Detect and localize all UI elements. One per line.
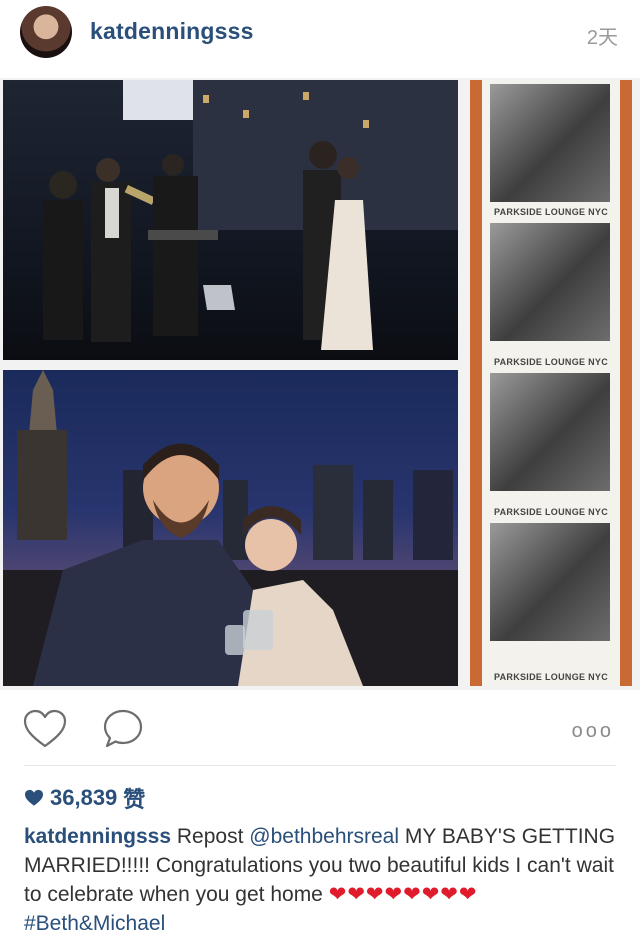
caption-hashtag[interactable]: #Beth&Michael [24,912,165,935]
booth-frame-1 [490,84,610,202]
avatar[interactable] [20,6,72,58]
strip-label-4: PARKSIDE LOUNGE NYC [493,672,609,682]
likes-count: 36,839 [50,785,118,810]
photo-booth-strip: PARKSIDE LOUNGE NYC PARKSIDE LOUNGE NYC … [470,80,632,686]
strip-label-3: PARKSIDE LOUNGE NYC [493,507,609,517]
post-username[interactable]: katdenningsss [90,18,254,45]
caption-mention[interactable]: @bethbehrsreal [249,825,399,848]
like-heart-icon [25,789,43,806]
post-time-ago: 2天 [586,27,618,49]
booth-frame-3 [490,373,610,491]
heart-outline-icon[interactable] [22,706,68,752]
photo-rooftop-band [3,80,458,360]
post-header: katdenningsss 2天 [0,0,640,68]
booth-frame-4 [490,523,610,641]
likes-row[interactable]: 36,839 赞 [24,784,145,812]
comment-bubble-icon[interactable] [100,706,146,752]
more-dots-icon: ooo [571,720,614,742]
post-photo[interactable]: PARKSIDE LOUNGE NYC PARKSIDE LOUNGE NYC … [0,78,640,690]
more-options-button[interactable]: ooo [572,720,614,743]
likes-unit: 赞 [123,787,146,812]
caption-hearts: ❤❤❤❤❤❤❤❤ [328,883,478,906]
photo-couple-skyline [3,370,458,686]
caption-repost-word: Repost [176,825,244,848]
strip-label-2: PARKSIDE LOUNGE NYC [493,357,609,367]
post-actions: ooo [0,700,640,756]
strip-label-1: PARKSIDE LOUNGE NYC [493,207,609,217]
divider [24,765,616,766]
photo-strip-paper: PARKSIDE LOUNGE NYC PARKSIDE LOUNGE NYC … [482,80,620,686]
booth-frame-2 [490,223,610,341]
post-caption: katdenningsss Repost @bethbehrsreal MY B… [24,822,624,938]
caption-username[interactable]: katdenningsss [24,825,171,848]
